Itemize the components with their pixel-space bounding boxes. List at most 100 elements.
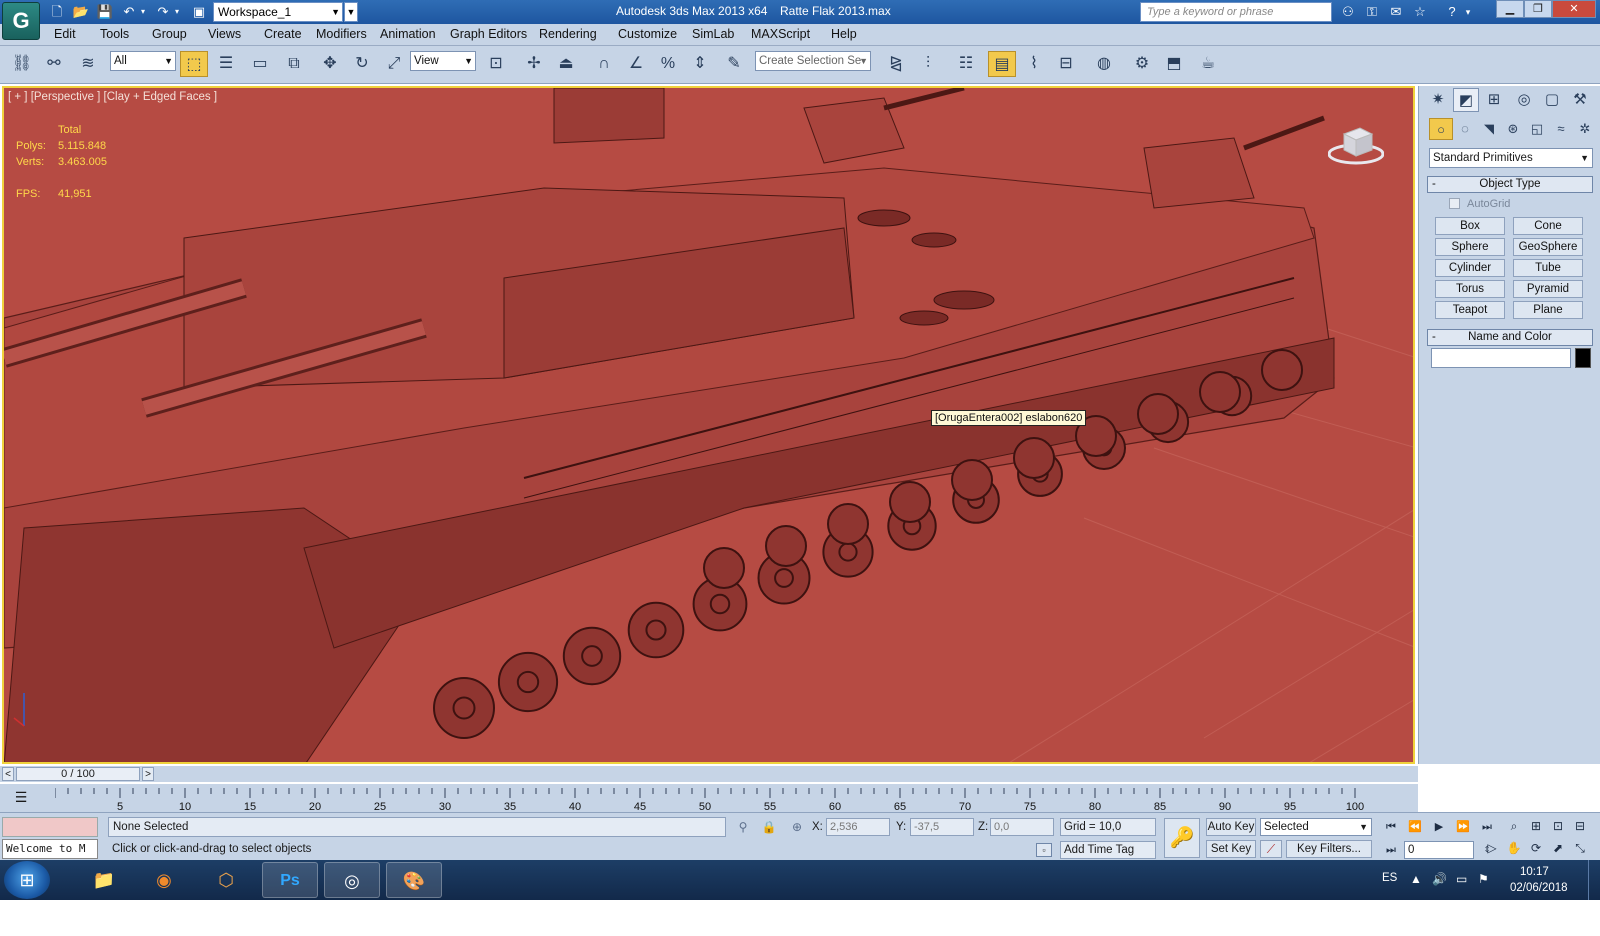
rectangular-selection-icon[interactable]: ▭ — [246, 51, 274, 77]
graphite-ribbon-icon[interactable]: ▤ — [988, 51, 1016, 77]
project-folder-icon[interactable]: ▣ — [190, 3, 208, 21]
maxscript-listener-input[interactable]: Welcome to M — [2, 839, 98, 859]
menu-simlab[interactable]: SimLab — [692, 27, 734, 41]
angle-snap-icon[interactable]: ∠ — [622, 51, 650, 77]
shapes-icon[interactable]: ◌ — [1453, 118, 1477, 140]
volume-icon[interactable]: 🔊 — [1432, 872, 1447, 886]
systems-icon[interactable]: ✲ — [1573, 118, 1597, 140]
object-color-swatch[interactable] — [1575, 348, 1591, 368]
geosphere-button[interactable]: GeoSphere — [1513, 238, 1583, 256]
select-and-rotate-icon[interactable]: ↻ — [348, 51, 376, 77]
select-and-link-icon[interactable]: ⛓ — [8, 51, 36, 77]
clock-date[interactable]: 02/06/2018 — [1510, 882, 1568, 894]
primitive-category-dropdown[interactable]: Standard Primitives ▼ — [1429, 148, 1593, 168]
walk-through-icon[interactable]: ⬈ — [1548, 839, 1568, 857]
search-input[interactable]: Type a keyword or phrase — [1140, 2, 1332, 22]
orbit-icon[interactable]: ⟳ — [1526, 839, 1546, 857]
previous-frame-arrow-icon[interactable]: < — [2, 767, 14, 781]
taskbar-paint-icon[interactable]: 🎨 — [386, 862, 442, 898]
save-file-icon[interactable]: 💾 — [96, 3, 114, 21]
name-and-color-rollout[interactable]: - Name and Color — [1427, 329, 1593, 346]
rendered-frame-window-icon[interactable]: ⬒ — [1160, 51, 1188, 77]
viewcube-icon[interactable] — [1328, 120, 1384, 166]
favorites-star-icon[interactable]: ☆ — [1410, 3, 1430, 21]
restore-button[interactable]: ❐ — [1524, 0, 1552, 18]
start-button[interactable]: ⊞ — [4, 861, 50, 899]
taskbar-3dsmax-icon[interactable]: ◎ — [324, 862, 380, 898]
menu-rendering[interactable]: Rendering — [539, 27, 597, 41]
zoom-extents-all-icon[interactable]: ⊟ — [1570, 817, 1590, 835]
taskbar-firefox-icon[interactable]: ◉ — [136, 862, 192, 898]
communication-icon[interactable]: ✉ — [1386, 3, 1406, 21]
menu-customize[interactable]: Customize — [618, 27, 677, 41]
menu-animation[interactable]: Animation — [380, 27, 436, 41]
hierarchy-tab-icon[interactable]: ⊞ — [1481, 88, 1507, 112]
workspace-dropdown[interactable]: Workspace_1 ▼ — [213, 2, 343, 22]
isolate-selection-icon[interactable]: ⚲ — [734, 818, 752, 836]
zoom-all-icon[interactable]: ⊞ — [1526, 817, 1546, 835]
previous-frame-icon[interactable]: ⏪ — [1404, 818, 1426, 836]
pan-view-icon[interactable]: ✋ — [1504, 839, 1524, 857]
go-to-end-icon[interactable]: ⏭ — [1476, 818, 1498, 836]
spinner-snap-icon[interactable]: ⇕ — [686, 51, 714, 77]
key-filters-button[interactable]: Key Filters... — [1286, 840, 1372, 858]
named-selection-set-dropdown[interactable]: Create Selection Se ▼ — [755, 51, 871, 71]
x-coordinate-input[interactable]: 2,536 — [826, 818, 890, 836]
default-in-out-tangents-icon[interactable]: ⟋ — [1260, 840, 1282, 858]
absolute-offset-mode-icon[interactable]: ⊕ — [788, 818, 806, 836]
menu-group[interactable]: Group — [152, 27, 187, 41]
minimize-button[interactable]: ▁ — [1496, 0, 1524, 18]
add-time-tag-button[interactable]: Add Time Tag — [1060, 841, 1156, 859]
play-icon[interactable]: ▶ — [1428, 818, 1450, 836]
edit-named-selection-icon[interactable]: ✎ — [720, 51, 748, 77]
field-of-view-icon[interactable]: ▷ — [1482, 839, 1502, 857]
selection-filter-dropdown[interactable]: All ▼ — [110, 51, 176, 71]
selection-lock-icon[interactable]: 🔒 — [760, 818, 778, 836]
key-mode-dropdown[interactable]: Selected ▼ — [1260, 818, 1372, 836]
menu-edit[interactable]: Edit — [54, 27, 76, 41]
render-production-icon[interactable]: ☕ — [1194, 51, 1222, 77]
close-button[interactable]: ✕ — [1552, 0, 1596, 18]
set-key-button[interactable]: Set Key — [1206, 840, 1256, 858]
open-file-icon[interactable]: 📂 — [72, 3, 90, 21]
cylinder-button[interactable]: Cylinder — [1435, 259, 1505, 277]
time-slider-thumb[interactable]: 0 / 100 — [16, 767, 140, 781]
sphere-button[interactable]: Sphere — [1435, 238, 1505, 256]
action-center-icon[interactable]: ⚑ — [1478, 872, 1489, 886]
reference-coordinate-dropdown[interactable]: View ▼ — [410, 51, 476, 71]
next-frame-arrow-icon[interactable]: > — [142, 767, 154, 781]
tray-expand-icon[interactable]: ▲ — [1410, 872, 1422, 886]
auto-key-button[interactable]: Auto Key — [1206, 818, 1256, 836]
align-icon[interactable]: ⫶ — [914, 51, 942, 77]
app-logo-button[interactable]: G — [2, 2, 40, 40]
create-tab-icon[interactable]: ✷ — [1425, 88, 1451, 112]
torus-button[interactable]: Torus — [1435, 280, 1505, 298]
motion-tab-icon[interactable]: ◎ — [1511, 88, 1537, 112]
taskbar-photoshop-icon[interactable]: Ps — [262, 862, 318, 898]
menu-help[interactable]: Help — [831, 27, 857, 41]
key-mode-toggle-icon[interactable]: ⏭ — [1380, 841, 1402, 859]
plane-button[interactable]: Plane — [1513, 301, 1583, 319]
show-desktop-button[interactable] — [1588, 860, 1600, 900]
maximize-viewport-icon[interactable]: ⤡ — [1570, 839, 1590, 857]
space-warps-icon[interactable]: ≈ — [1549, 118, 1573, 140]
schematic-view-icon[interactable]: ⊟ — [1052, 51, 1080, 77]
viewport-label-menu[interactable]: [ + ] [Perspective ] [Clay + Edged Faces… — [8, 91, 217, 103]
go-to-start-icon[interactable]: ⏮ — [1380, 818, 1402, 836]
next-frame-icon[interactable]: ⏩ — [1452, 818, 1474, 836]
undo-dropdown-icon[interactable]: ▾ — [138, 3, 148, 21]
taskbar-3d-app-icon[interactable]: ⬡ — [198, 862, 254, 898]
object-type-rollout[interactable]: - Object Type — [1427, 176, 1593, 193]
object-name-input[interactable] — [1431, 348, 1571, 368]
box-button[interactable]: Box — [1435, 217, 1505, 235]
autogrid-checkbox[interactable] — [1449, 198, 1460, 209]
menu-graph-editors[interactable]: Graph Editors — [450, 27, 527, 41]
zoom-icon[interactable]: ⌕ — [1504, 817, 1524, 835]
snaps-toggle-icon[interactable]: ∩ — [590, 51, 618, 77]
curve-editor-mini-icon[interactable]: ☰ — [10, 786, 32, 808]
help-dropdown-icon[interactable]: ▾ — [1462, 3, 1474, 21]
curve-editor-icon[interactable]: ⌇ — [1020, 51, 1048, 77]
cone-button[interactable]: Cone — [1513, 217, 1583, 235]
bind-space-warp-icon[interactable]: ≋ — [74, 51, 102, 77]
lights-icon[interactable]: ◥ — [1477, 118, 1501, 140]
